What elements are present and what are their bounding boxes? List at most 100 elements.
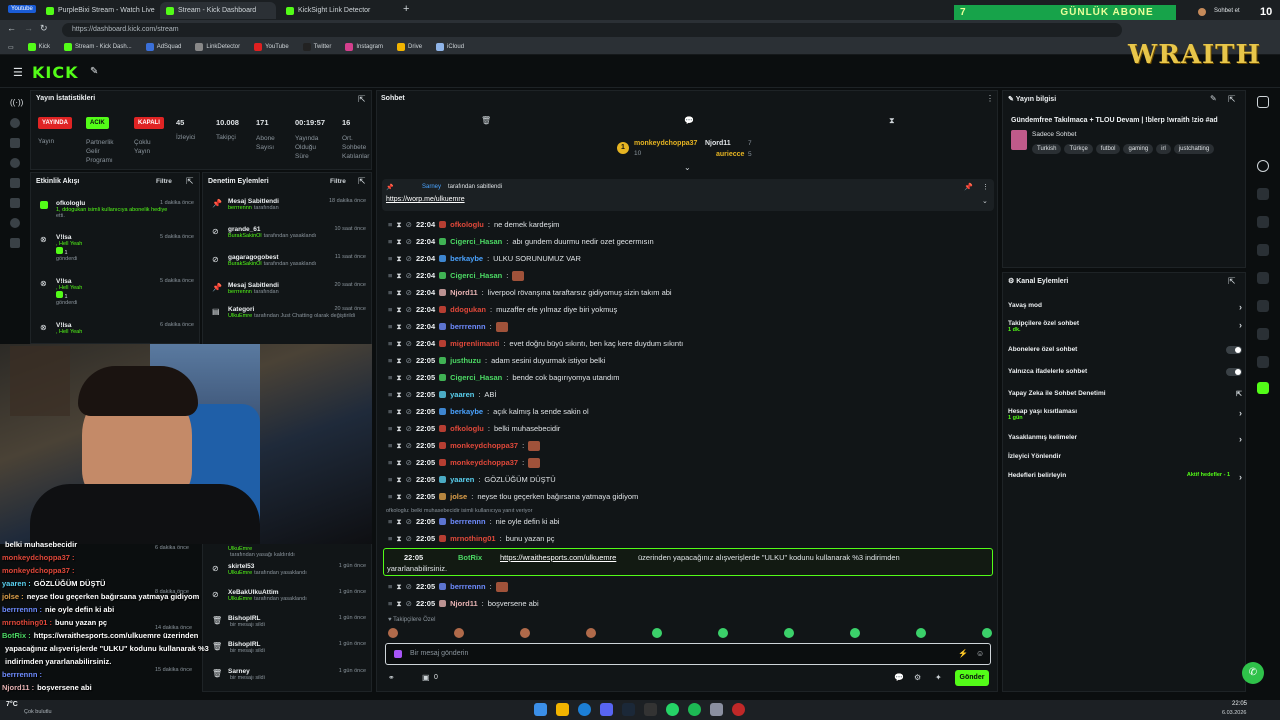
shield-icon[interactable]: ⊘: [406, 356, 412, 365]
emoji-icon[interactable]: ☺: [976, 649, 984, 658]
shield-icon[interactable]: ⊘: [406, 517, 412, 526]
more-options-icon[interactable]: ⋮: [982, 183, 989, 191]
drag-handle-icon[interactable]: ≡: [388, 390, 392, 399]
emote-icon[interactable]: [652, 628, 662, 638]
steam-icon[interactable]: [622, 703, 635, 716]
chevron-down-icon[interactable]: ⌄: [982, 197, 988, 205]
hourglass-icon[interactable]: ⧗: [396, 475, 401, 485]
chat-user[interactable]: berrrennn: [450, 322, 485, 331]
reload-icon[interactable]: ↻: [40, 23, 48, 34]
clipboard-icon[interactable]: [1257, 216, 1269, 228]
chat-user[interactable]: Cigerci_Hasan: [450, 237, 502, 246]
users-icon[interactable]: ⚭: [388, 673, 395, 682]
bookmark-twitter[interactable]: Twitter: [302, 43, 331, 51]
shield-icon[interactable]: ⊘: [406, 599, 412, 608]
expand-icon[interactable]: ⌄: [684, 163, 691, 172]
chat-user[interactable]: yaaren: [450, 390, 474, 399]
forward-icon[interactable]: →: [24, 23, 33, 33]
activity-filter-button[interactable]: Filtre: [156, 178, 172, 185]
shield-icon[interactable]: ⊘: [406, 458, 412, 467]
send-button[interactable]: Gönder: [955, 670, 989, 686]
avatar[interactable]: [1198, 8, 1206, 16]
bot-link[interactable]: https://wraithesports.com/ulkuemre: [500, 553, 616, 562]
more-options-icon[interactable]: ⋮: [986, 94, 994, 103]
tag[interactable]: justchatting: [1173, 144, 1215, 154]
chat-user[interactable]: monkeydchoppa37: [450, 441, 518, 450]
chat-user[interactable]: ofkologlu: [450, 424, 484, 433]
users-icon[interactable]: [10, 218, 20, 228]
bolt-icon[interactable]: [1257, 188, 1269, 200]
pinned-link[interactable]: https://worp.me/ulkuemre: [386, 196, 465, 203]
whatsapp-icon[interactable]: [666, 703, 679, 716]
drag-handle-icon[interactable]: ≡: [388, 517, 392, 526]
drag-handle-icon[interactable]: ≡: [388, 356, 392, 365]
start-icon[interactable]: [534, 703, 547, 716]
gear-icon[interactable]: [10, 238, 20, 248]
whatsapp-float-icon[interactable]: ✆: [1242, 662, 1264, 684]
drag-handle-icon[interactable]: ≡: [388, 534, 392, 543]
stream-icon[interactable]: ((·)): [10, 98, 23, 108]
chat-user[interactable]: Njord11: [450, 599, 478, 608]
popout-icon[interactable]: ⇱: [1228, 94, 1236, 105]
drag-handle-icon[interactable]: ≡: [388, 373, 392, 382]
tab-purplebixi[interactable]: PurpleBixi Stream - Watch Live: [40, 2, 158, 19]
hourglass-icon[interactable]: ⧗: [396, 339, 401, 349]
chat-user[interactable]: Cigerci_Hasan: [450, 373, 502, 382]
drag-handle-icon[interactable]: ≡: [388, 582, 392, 591]
bookmark-instagram[interactable]: Instagram: [345, 43, 383, 51]
chat-user[interactable]: monkeydchoppa37: [450, 458, 518, 467]
drag-handle-icon[interactable]: ≡: [388, 599, 392, 608]
shield-icon[interactable]: ⊘: [406, 254, 412, 263]
spotify-icon[interactable]: [688, 703, 701, 716]
tag[interactable]: Turkish: [1032, 144, 1062, 154]
tools-icon[interactable]: [10, 198, 20, 208]
emote-icon[interactable]: [586, 628, 596, 638]
new-tab-icon[interactable]: +: [403, 3, 409, 15]
back-icon[interactable]: ←: [7, 23, 16, 33]
edit-icon[interactable]: ✎: [1210, 94, 1217, 103]
hourglass-icon[interactable]: ⧗: [396, 254, 401, 264]
app-icon[interactable]: [710, 703, 723, 716]
menu-icon[interactable]: ☰: [13, 66, 23, 79]
hourglass-icon[interactable]: ⧗: [396, 534, 401, 544]
hourglass-icon[interactable]: ⧗: [396, 322, 401, 332]
hourglass-icon[interactable]: ⧗: [396, 373, 401, 383]
profile-label[interactable]: Sohbet et: [1214, 8, 1240, 14]
terminal-icon[interactable]: [644, 703, 657, 716]
tab-kicksight[interactable]: KickSight Link Detector: [280, 2, 396, 19]
moderator-name[interactable]: UlkuEmre: [228, 596, 252, 602]
drag-handle-icon[interactable]: ≡: [388, 441, 392, 450]
banned-words-row[interactable]: Yasaklanmış kelimeler ›: [1008, 434, 1242, 444]
bookmark-drive[interactable]: Drive: [397, 43, 422, 51]
hourglass-icon[interactable]: ⧗: [396, 407, 401, 417]
emote-icon[interactable]: [850, 628, 860, 638]
arrows-icon[interactable]: [1257, 272, 1269, 284]
emote-icon[interactable]: [718, 628, 728, 638]
shield-icon[interactable]: ⊘: [406, 475, 412, 484]
hourglass-icon[interactable]: ⧗: [396, 441, 401, 451]
video-icon[interactable]: [10, 178, 20, 188]
weather-temp[interactable]: 7°C: [6, 701, 18, 708]
bookmark-kick[interactable]: Kick: [27, 43, 50, 51]
hourglass-icon[interactable]: ⧗: [396, 492, 401, 502]
drag-handle-icon[interactable]: ≡: [388, 305, 392, 314]
drag-handle-icon[interactable]: ≡: [388, 475, 392, 484]
tag[interactable]: gaming: [1123, 144, 1154, 154]
trash-icon[interactable]: 🗑: [481, 116, 491, 125]
drag-handle-icon[interactable]: ≡: [388, 424, 392, 433]
hourglass-icon[interactable]: ⧗: [396, 271, 401, 281]
chat-bubble-icon[interactable]: 💬: [894, 673, 904, 682]
shield-icon[interactable]: ⊘: [406, 305, 412, 314]
tag[interactable]: irl: [1156, 144, 1171, 154]
hourglass-icon[interactable]: ⧗: [396, 458, 401, 468]
discord-icon[interactable]: [600, 703, 613, 716]
shield-icon[interactable]: ⊘: [406, 582, 412, 591]
shield-icon[interactable]: ⊘: [406, 373, 412, 382]
subscribers-only-toggle[interactable]: [1226, 346, 1242, 354]
drag-handle-icon[interactable]: ≡: [388, 339, 392, 348]
moderation-filter-button[interactable]: Filtre: [330, 178, 346, 185]
hourglass-icon[interactable]: ⧗: [396, 582, 401, 592]
moderator-name[interactable]: BurakSakinOl: [228, 261, 262, 267]
shield-icon[interactable]: ⊘: [406, 534, 412, 543]
moderator-name[interactable]: BurakSakinOl: [228, 233, 262, 239]
